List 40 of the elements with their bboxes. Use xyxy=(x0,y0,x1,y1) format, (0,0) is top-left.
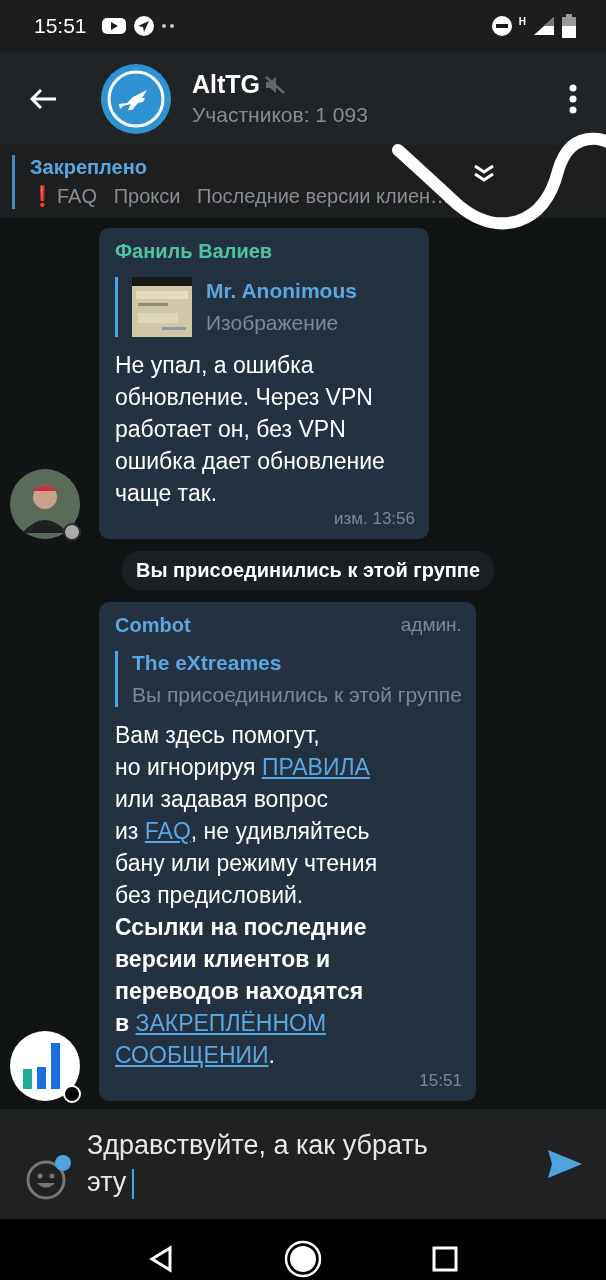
service-message: Вы присоединились к этой группе xyxy=(121,551,495,590)
sender-name: Фаниль Валиев xyxy=(115,240,273,263)
sender-name: Combot xyxy=(115,614,191,637)
back-arrow-icon xyxy=(28,86,58,111)
message-link[interactable]: ПРАВИЛА xyxy=(261,754,370,780)
more-icon xyxy=(568,83,578,114)
reply-author: The eXtreames xyxy=(132,651,283,675)
message-text: Не упал, а ошибка обновление. Через VPN работает он, без VPN ошибка дает обновление чаще так. xyxy=(115,351,386,508)
message-text: Вам здесь помогут, но игнорируя ПРАВИЛА или задавая вопрос из FAQ, не удивляйтесь бану или режиму чтения без предисловий. Ссылки на последние версии клиентов и переводов находятся в ЗАКРЕПЛЁННОМ СООБЩЕНИИ. xyxy=(115,721,379,1070)
message-time: изм. 13:56 xyxy=(334,509,415,529)
reply-snippet: Изображение xyxy=(206,311,340,335)
navigation-icon xyxy=(132,15,155,37)
message-link[interactable]: СООБЩЕНИИ xyxy=(115,1042,269,1068)
play-icon xyxy=(100,16,127,36)
do-not-disturb-icon xyxy=(490,15,513,37)
bar-chart-avatar-icon[interactable] xyxy=(10,1031,80,1101)
send-icon[interactable] xyxy=(546,1148,584,1180)
pinned-label: Закреплено xyxy=(30,155,148,179)
battery-icon xyxy=(562,14,576,38)
reply-snippet: Вы присоединились к этой группе xyxy=(132,683,462,707)
user-avatar-icon[interactable] xyxy=(10,469,80,539)
message-link[interactable]: FAQ xyxy=(144,818,191,844)
member-count: Участников: 1 093 xyxy=(192,103,369,127)
reply-author: Mr. Anonimous xyxy=(206,279,357,303)
reply-quote[interactable]: The eXtreames Вы присоединились к этой группе xyxy=(115,651,462,707)
back-triangle-icon[interactable] xyxy=(148,1245,174,1273)
signal-icon xyxy=(532,15,556,37)
message-time: 15:51 xyxy=(419,1071,462,1091)
status-time: 15:51 xyxy=(34,14,87,38)
recents-square-icon[interactable] xyxy=(432,1246,458,1272)
double-chevron-icon[interactable] xyxy=(472,163,496,183)
more-notifications-icon xyxy=(160,23,175,29)
jet-avatar-icon[interactable] xyxy=(100,62,172,135)
smiley-icon[interactable] xyxy=(25,1159,67,1201)
message-link[interactable]: ЗАКРЕПЛЁННОМ xyxy=(135,1010,327,1036)
admin-label: админ. xyxy=(400,614,462,637)
home-circle-icon[interactable] xyxy=(284,1240,322,1278)
reply-quote[interactable]: Mr. Anonimous Изображение xyxy=(115,277,415,337)
chat-title: AltTG xyxy=(192,70,261,99)
network-type: H xyxy=(518,15,526,27)
